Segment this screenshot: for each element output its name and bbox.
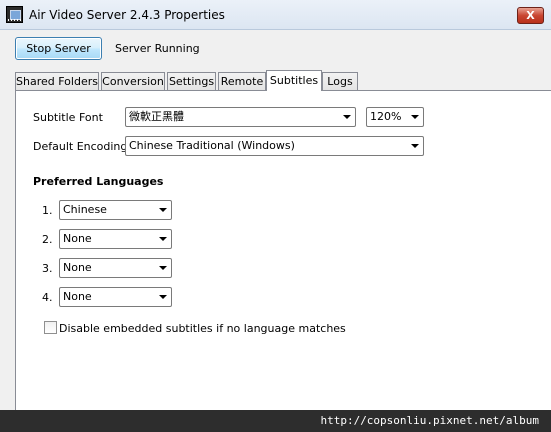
language-value-4: None bbox=[63, 290, 92, 303]
tab-strip: Shared Folders Conversion Settings Remot… bbox=[15, 70, 551, 91]
chevron-down-icon bbox=[411, 144, 419, 148]
preferred-languages-title: Preferred Languages bbox=[33, 175, 164, 188]
tab-remote[interactable]: Remote bbox=[218, 72, 266, 90]
chevron-down-icon bbox=[159, 208, 167, 212]
language-select-1[interactable]: Chinese bbox=[59, 200, 172, 220]
tab-shared-folders[interactable]: Shared Folders bbox=[15, 72, 99, 90]
subtitle-size-select[interactable]: 120% bbox=[366, 107, 424, 127]
language-index-2: 2. bbox=[42, 233, 53, 246]
watermark-url: http://copsonliu.pixnet.net/album bbox=[0, 410, 551, 432]
chevron-down-icon bbox=[159, 237, 167, 241]
language-value-3: None bbox=[63, 261, 92, 274]
language-index-4: 4. bbox=[42, 291, 53, 304]
chevron-down-icon bbox=[159, 266, 167, 270]
window-title: Air Video Server 2.4.3 Properties bbox=[29, 8, 225, 22]
disable-embedded-checkbox[interactable] bbox=[44, 321, 57, 334]
language-value-2: None bbox=[63, 232, 92, 245]
tab-logs[interactable]: Logs bbox=[322, 72, 358, 90]
language-select-4[interactable]: None bbox=[59, 287, 172, 307]
language-select-2[interactable]: None bbox=[59, 229, 172, 249]
default-encoding-value: Chinese Traditional (Windows) bbox=[129, 139, 295, 152]
close-button[interactable]: X bbox=[517, 7, 544, 24]
subtitle-size-value: 120% bbox=[370, 110, 402, 123]
subtitle-font-label: Subtitle Font bbox=[33, 111, 103, 124]
language-index-3: 3. bbox=[42, 262, 53, 275]
chevron-down-icon bbox=[411, 115, 419, 119]
language-select-3[interactable]: None bbox=[59, 258, 172, 278]
default-encoding-select[interactable]: Chinese Traditional (Windows) bbox=[125, 136, 424, 156]
tab-conversion[interactable]: Conversion bbox=[101, 72, 165, 90]
chevron-down-icon bbox=[159, 295, 167, 299]
language-index-1: 1. bbox=[42, 204, 53, 217]
stop-server-button[interactable]: Stop Server bbox=[15, 37, 102, 60]
tab-subtitles[interactable]: Subtitles bbox=[266, 70, 322, 91]
subtitles-panel: Subtitle Font 微軟正黑體 120% Default Encodin… bbox=[15, 90, 551, 432]
subtitle-font-select[interactable]: 微軟正黑體 bbox=[125, 107, 356, 127]
dialog-body: Stop Server Server Running Shared Folder… bbox=[0, 30, 551, 432]
language-value-1: Chinese bbox=[63, 203, 107, 216]
chevron-down-icon bbox=[343, 115, 351, 119]
film-icon bbox=[6, 6, 23, 23]
tab-settings[interactable]: Settings bbox=[167, 72, 216, 90]
disable-embedded-label[interactable]: Disable embedded subtitles if no languag… bbox=[59, 322, 346, 335]
title-bar: Air Video Server 2.4.3 Properties X bbox=[0, 0, 551, 30]
server-status: Server Running bbox=[115, 42, 200, 55]
subtitle-font-value: 微軟正黑體 bbox=[129, 110, 184, 123]
default-encoding-label: Default Encoding bbox=[33, 140, 128, 153]
